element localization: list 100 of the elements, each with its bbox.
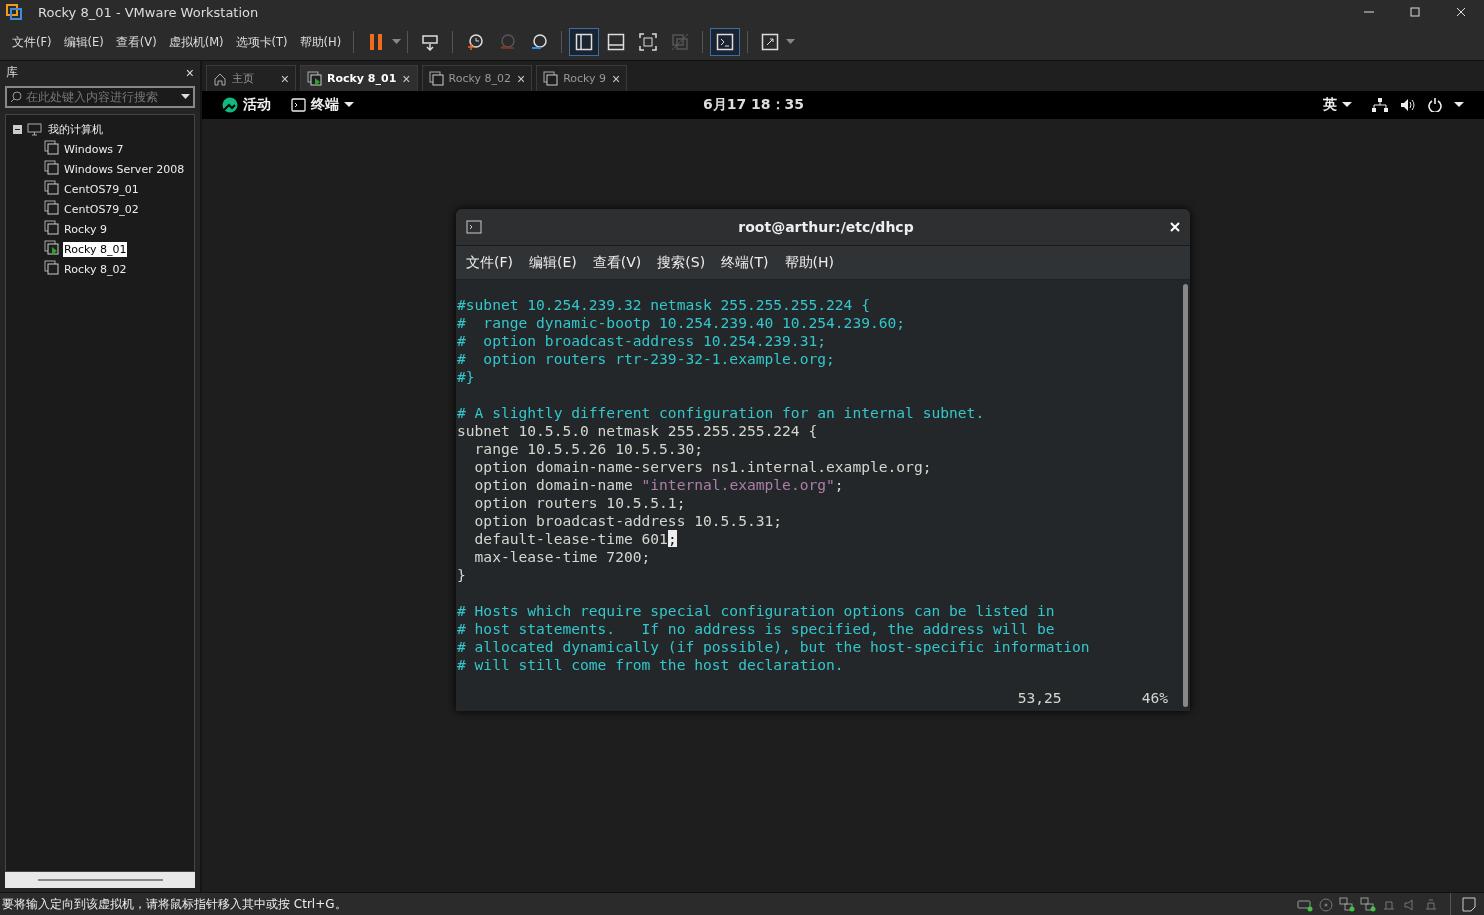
tab-close-button[interactable]: × — [612, 71, 621, 86]
code-line: # A slightly different configuration for an internal subnet. — [457, 404, 986, 422]
network-icon — [1372, 98, 1388, 112]
network-icon[interactable] — [1339, 896, 1355, 912]
monitor-icon — [27, 122, 42, 136]
caret-icon[interactable] — [181, 94, 190, 100]
search-field[interactable]: 在此处键入内容进行搜索 — [5, 86, 195, 108]
vm-icon — [44, 160, 59, 175]
menu-item[interactable]: 文件(F) — [458, 250, 521, 275]
input-method-button[interactable]: 英 — [1313, 96, 1362, 114]
home-icon — [213, 71, 227, 86]
network-icon[interactable] — [1360, 896, 1376, 912]
expander-icon[interactable] — [13, 124, 22, 134]
distro-logo-icon — [222, 97, 238, 113]
activities-button[interactable]: 活动 — [212, 96, 281, 114]
code-line: range 10.5.5.26 10.5.5.30; — [473, 440, 704, 458]
caret-icon — [1342, 102, 1352, 108]
close-icon[interactable] — [1170, 222, 1180, 232]
vm-icon — [44, 180, 59, 195]
tree-item[interactable]: CentOS79_02 — [63, 201, 140, 217]
menu-item[interactable]: 编辑(E) — [57, 31, 110, 53]
fullscreen-icon — [639, 33, 658, 51]
tree-item[interactable]: Windows 7 — [63, 141, 125, 157]
menu-item[interactable]: 虚拟机(M) — [162, 31, 230, 53]
code-line: option domain-name-servers ns1.internal.example.org; — [473, 458, 933, 476]
app-menu-button[interactable]: 终端 — [281, 96, 364, 114]
terminal-icon — [466, 220, 482, 234]
menu-item[interactable]: 搜索(S) — [649, 250, 714, 275]
tab-label: Rocky 8_02 — [448, 72, 511, 85]
tree-item[interactable]: Rocky 8_01 — [63, 241, 128, 257]
cursor-position: 53,25 — [1017, 689, 1062, 707]
clock-wrench-icon — [530, 33, 549, 51]
code-line: # range dynamic-bootp 10.254.239.40 10.254.239.60; — [457, 314, 907, 332]
clock[interactable]: 6月17 18：35 — [702, 96, 805, 112]
tab-label: 主页 — [232, 71, 254, 86]
code-line: # host statements. If no address is specified, the address will be — [457, 620, 1056, 638]
unity-icon — [671, 33, 690, 51]
code-line: #subnet 10.254.239.32 netmask 255.255.255.224 { — [457, 296, 871, 314]
terminal-title: root@arthur:/etc/dhcp — [738, 219, 914, 235]
status-message: 要将输入定向到该虚拟机，请将鼠标指针移入其中或按 Ctrl+G。 — [2, 896, 347, 911]
menu-item[interactable]: 帮助(H) — [776, 250, 843, 275]
menu-item[interactable]: 终端(T) — [713, 250, 777, 275]
vm-icon — [543, 71, 559, 86]
search-icon — [10, 91, 22, 103]
menu-item[interactable]: 查看(V) — [109, 31, 163, 53]
tree-item[interactable]: 我的计算机 — [47, 120, 104, 138]
vm-icon — [44, 260, 59, 275]
code-line: max-lease-time 7200; — [473, 548, 652, 566]
tab-close-button[interactable]: × — [402, 71, 411, 86]
menu-item[interactable]: 查看(V) — [584, 250, 650, 275]
terminal-icon — [716, 33, 735, 51]
code-line: } — [457, 566, 467, 584]
toolbar-button[interactable] — [569, 28, 600, 56]
tab-close-button[interactable]: × — [516, 71, 526, 86]
vm-icon — [44, 200, 59, 215]
code-line: default-lease-time 601; — [473, 530, 678, 548]
code-line: # will still come from the host declaration. — [457, 656, 845, 674]
pause-icon — [369, 34, 384, 50]
vm-icon — [428, 71, 444, 86]
tab-close-button[interactable]: × — [280, 71, 289, 86]
tab[interactable]: Rocky 8_01 × — [300, 65, 418, 91]
menu-item[interactable]: 选项卡(T) — [229, 31, 294, 53]
vm-icon — [44, 240, 59, 255]
tree-item[interactable]: CentOS79_01 — [63, 181, 140, 197]
caret-icon — [344, 102, 354, 108]
code-line: option broadcast-address 10.5.5.31; — [473, 512, 784, 530]
app-logo-icon — [6, 4, 22, 20]
code-line: #} — [457, 368, 476, 386]
close-button[interactable]: × — [185, 64, 194, 81]
disc-icon[interactable] — [1318, 896, 1334, 912]
tab[interactable]: Rocky 9 × — [536, 65, 628, 91]
bottom-panel-icon — [607, 33, 626, 51]
clock-plus-icon — [466, 33, 485, 51]
code-line: # Hosts which require special configuration options can be listed in — [457, 602, 1056, 620]
code-line: option domain-name "internal.example.org"; — [473, 476, 845, 494]
code-line: # allocated dynamically (if possible), but the host-specific information — [457, 638, 1091, 656]
menu-item[interactable]: 编辑(E) — [521, 250, 585, 275]
vm-icon — [44, 220, 59, 235]
tree-item[interactable]: Rocky 8_02 — [63, 261, 128, 277]
tab[interactable]: Rocky 8_02 × — [421, 65, 533, 91]
scrollbar[interactable] — [5, 872, 195, 888]
caret-icon — [1454, 102, 1464, 108]
vm-icon — [307, 71, 322, 86]
message-icon[interactable] — [1462, 896, 1476, 912]
tree-item[interactable]: Windows Server 2008 — [63, 161, 186, 177]
power-icon — [1428, 98, 1442, 112]
menu-item[interactable]: 文件(F) — [6, 31, 58, 53]
toolbar-button[interactable] — [710, 28, 741, 56]
volume-icon — [1400, 98, 1416, 112]
menu-item[interactable]: 帮助(H) — [293, 31, 348, 53]
expand-icon — [761, 33, 780, 51]
scroll-percent: 46% — [1141, 689, 1168, 707]
code-line: # option broadcast-address 10.254.239.31; — [457, 332, 828, 350]
library-title: 库 — [6, 64, 18, 81]
tab-label: Rocky 9 — [563, 72, 607, 85]
tab-label: Rocky 8_01 — [327, 72, 397, 85]
tab[interactable]: 主页 × — [206, 65, 296, 91]
tree-item[interactable]: Rocky 9 — [63, 221, 108, 237]
code-line: # option routers rtr-239-32-1.example.org; — [457, 350, 836, 368]
code-line: subnet 10.5.5.0 netmask 255.255.255.224 { — [457, 422, 819, 440]
